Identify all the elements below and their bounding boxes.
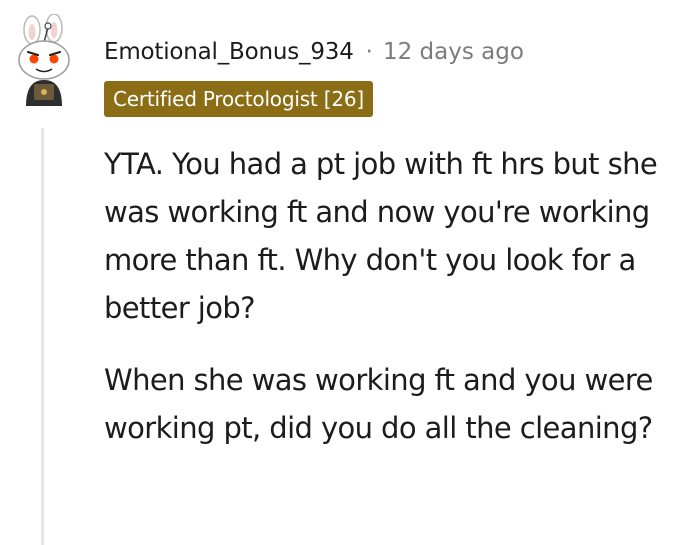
username-link[interactable]: Emotional_Bonus_934	[104, 39, 354, 65]
thread-collapse-line[interactable]	[41, 128, 44, 545]
comment-paragraph: When she was working ft and you were wor…	[104, 363, 653, 445]
comment-paragraph: YTA. You had a pt job with ft hrs but sh…	[104, 147, 658, 325]
user-avatar[interactable]	[10, 14, 80, 110]
comment-timestamp[interactable]: 12 days ago	[383, 39, 524, 65]
user-flair-badge: Certified Proctologist [26]	[104, 81, 373, 117]
comment-header: Emotional_Bonus_934 · 12 days ago	[104, 32, 524, 72]
snoo-bunny-avatar-icon	[18, 14, 70, 106]
comment: Emotional_Bonus_934 · 12 days ago Certif…	[0, 0, 700, 545]
comment-body: YTA. You had a pt job with ft hrs but sh…	[104, 140, 700, 476]
meta-separator: ·	[365, 39, 373, 65]
